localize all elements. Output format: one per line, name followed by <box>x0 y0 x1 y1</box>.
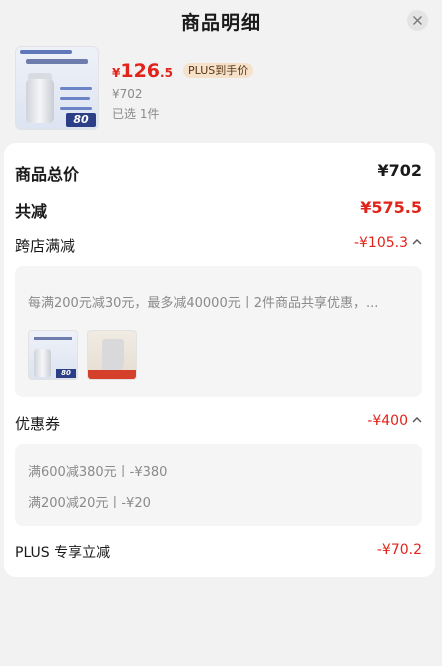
selected-count: 已选 1件 <box>112 107 160 121</box>
price-row: ¥126.5 PLUS到手价 <box>112 60 254 84</box>
discount-label: 共减 <box>15 202 48 221</box>
item-tag: 80 <box>56 369 76 378</box>
cross-store-value: -¥105.3 <box>353 235 408 251</box>
cross-store-item-sock[interactable] <box>87 330 137 380</box>
product-summary: 80 ¥126.5 PLUS到手价 ¥702 已选 1件 <box>15 46 427 132</box>
plus-value: -¥70.2 <box>376 542 422 558</box>
close-button[interactable] <box>407 10 428 31</box>
discount-row: 共减 ¥575.5 <box>15 196 422 221</box>
cross-store-detail: 每满200元减30元，最多减40000元丨2件商品共享优惠，... 80 <box>15 266 422 397</box>
total-label: 商品总价 <box>15 165 80 184</box>
header: 商品明细 <box>0 0 442 40</box>
cross-store-label: 跨店满减 <box>15 237 76 255</box>
coupon-value: -¥400 <box>367 413 408 429</box>
plus-row: PLUS 专享立减 -¥70.2 <box>15 540 422 564</box>
cross-store-row[interactable]: 跨店满减 -¥105.3 <box>15 233 422 257</box>
chevron-up-icon[interactable] <box>412 416 422 423</box>
coupon-line: 满200减20元丨-¥20 <box>28 496 151 511</box>
cross-store-item-supplement[interactable]: 80 <box>28 330 78 380</box>
coupon-line: 满600减380元丨-¥380 <box>28 465 168 480</box>
original-price: ¥702 <box>112 87 143 101</box>
plus-price-badge: PLUS到手价 <box>183 63 254 78</box>
total-value: ¥702 <box>377 161 422 180</box>
coupon-row[interactable]: 优惠券 -¥400 <box>15 411 422 435</box>
plus-label: PLUS 专享立减 <box>15 545 111 561</box>
product-thumbnail: 80 <box>15 46 99 130</box>
thumbnail-tag: 80 <box>66 113 96 127</box>
chevron-up-icon[interactable] <box>412 238 422 245</box>
total-row: 商品总价 ¥702 <box>15 159 422 184</box>
coupon-detail: 满600减380元丨-¥380 满200减20元丨-¥20 <box>15 444 422 526</box>
discount-value: ¥575.5 <box>360 198 422 217</box>
cross-store-description: 每满200元减30元，最多减40000元丨2件商品共享优惠，... <box>28 296 379 311</box>
close-icon <box>413 16 422 25</box>
final-price: ¥126.5 <box>112 60 173 82</box>
coupon-label: 优惠券 <box>15 415 61 433</box>
price-breakdown-card: 商品总价 ¥702 共减 ¥575.5 跨店满减 -¥105.3 每满200元减… <box>4 143 435 577</box>
page-title: 商品明细 <box>180 12 261 34</box>
